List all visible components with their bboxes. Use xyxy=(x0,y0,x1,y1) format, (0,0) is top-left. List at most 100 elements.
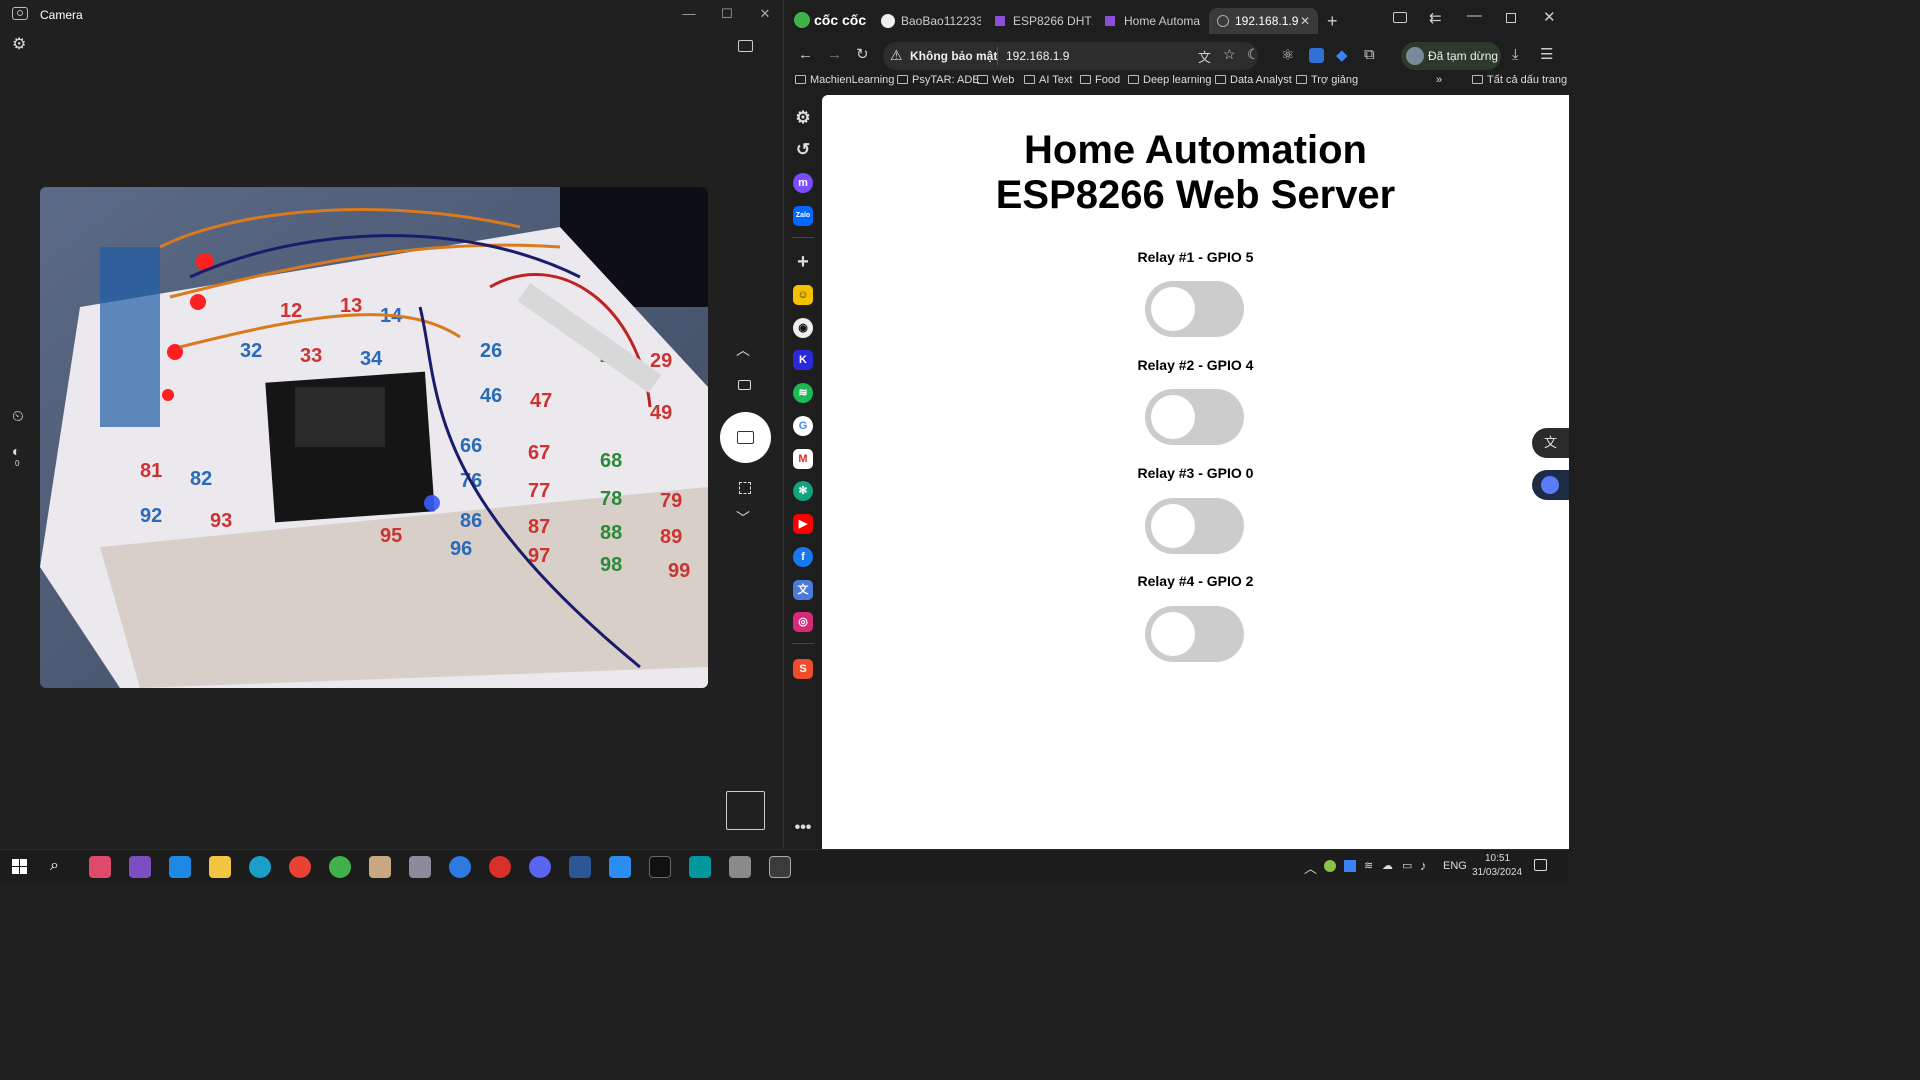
screen-capture-icon[interactable] xyxy=(1393,12,1407,23)
relay-4-toggle[interactable] xyxy=(1145,606,1244,662)
taskbar-app-icon[interactable] xyxy=(89,856,111,878)
browser-close-button[interactable]: ✕ xyxy=(1543,8,1556,26)
translate-icon[interactable]: 文 xyxy=(1198,47,1211,66)
relay-1-toggle[interactable] xyxy=(1145,281,1244,337)
clock-time[interactable]: 10:51 xyxy=(1485,853,1510,864)
close-tab-icon[interactable]: ✕ xyxy=(1300,8,1310,34)
k-app-icon[interactable]: K xyxy=(793,350,813,370)
more-bookmarks-icon[interactable]: » xyxy=(1436,74,1442,86)
relay-2-toggle[interactable] xyxy=(1145,389,1244,445)
google-icon[interactable]: G xyxy=(793,416,813,436)
qr-scan-icon[interactable] xyxy=(739,482,751,494)
sidebar-settings-icon[interactable]: ⚙ xyxy=(793,108,813,128)
file-explorer-icon[interactable] xyxy=(209,856,231,878)
zalo-icon[interactable]: Zalo xyxy=(793,206,813,226)
tab-active-ip[interactable]: 192.168.1.9 ✕ xyxy=(1209,8,1318,34)
more-options-icon[interactable]: ••• xyxy=(793,818,813,838)
address-bar[interactable]: ⚠ Không bảo mật 192.168.1.9 文 ☆ ☾ xyxy=(883,42,1260,70)
battery-icon[interactable]: ▭ xyxy=(1402,859,1412,872)
taskbar-app-icon[interactable] xyxy=(609,856,631,878)
messenger-icon[interactable]: m xyxy=(793,173,813,193)
taskbar-app-icon[interactable] xyxy=(409,856,431,878)
close-button[interactable]: ✕ xyxy=(746,4,784,24)
vscode-icon[interactable] xyxy=(169,856,191,878)
relay-3-toggle[interactable] xyxy=(1145,498,1244,554)
chat-app-icon[interactable]: ☺ xyxy=(793,285,813,305)
exposure-icon[interactable]: ◐ xyxy=(12,443,20,459)
star-icon[interactable]: ☆ xyxy=(1223,46,1236,63)
facebook-icon[interactable]: f xyxy=(793,547,813,567)
translate-extension-icon[interactable] xyxy=(1309,48,1324,63)
sidebar-github-icon[interactable]: ◉ xyxy=(793,318,813,338)
taskbar-app-icon[interactable] xyxy=(489,856,511,878)
youtube-icon[interactable]: ▶ xyxy=(793,514,813,534)
clock-date[interactable]: 31/03/2024 xyxy=(1472,867,1522,878)
gmail-icon[interactable]: M xyxy=(793,449,813,469)
tab-github[interactable]: BaoBao112233/ xyxy=(901,8,981,34)
terminal-icon[interactable] xyxy=(649,856,671,878)
floating-translate-button[interactable]: 文 xyxy=(1532,428,1569,458)
bookmark-psytar[interactable]: PsyTAR: ADE xyxy=(897,74,980,86)
settings-gear-icon[interactable]: ⚙ xyxy=(12,34,26,54)
taskbar-app-icon[interactable] xyxy=(729,856,751,878)
bookmark-ai-text[interactable]: AI Text xyxy=(1024,74,1072,86)
bookmark-tro-giang[interactable]: Trợ giảng xyxy=(1296,74,1358,86)
tray-chevron-up-icon[interactable]: ︿ xyxy=(1304,858,1317,877)
chatgpt-icon[interactable]: ✻ xyxy=(793,481,813,501)
security-label[interactable]: Không bảo mật xyxy=(910,49,997,63)
chrome-icon[interactable] xyxy=(289,856,311,878)
add-sidebar-app-icon[interactable]: + xyxy=(793,252,813,272)
back-arrow-icon[interactable]: ← xyxy=(798,46,813,63)
video-mode-icon[interactable] xyxy=(738,380,751,390)
coccoc-taskbar-icon[interactable] xyxy=(329,856,351,878)
tray-app-icon[interactable] xyxy=(1344,860,1356,872)
volume-icon[interactable]: ♪ xyxy=(1420,858,1427,873)
tab-home-automation[interactable]: Home Automati xyxy=(1124,8,1200,34)
language-indicator[interactable]: ENG xyxy=(1443,860,1467,872)
tab-search-icon[interactable]: ⇇ xyxy=(1429,9,1442,27)
taskbar-app-icon[interactable] xyxy=(369,856,391,878)
extensions-puzzle-icon[interactable]: ⧉ xyxy=(1364,46,1375,63)
download-icon[interactable]: ⤓ xyxy=(1512,46,1519,63)
browser-minimize-button[interactable]: — xyxy=(1467,7,1482,24)
arduino-icon[interactable] xyxy=(689,856,711,878)
bookmark-deep-learning[interactable]: Deep learning xyxy=(1128,74,1212,86)
maximize-button[interactable]: ☐ xyxy=(708,4,746,24)
sidebar-history-icon[interactable]: ↺ xyxy=(793,140,813,160)
all-bookmarks[interactable]: Tất cả dấu trang xyxy=(1472,74,1567,86)
visual-studio-icon[interactable] xyxy=(129,856,151,878)
discord-icon[interactable] xyxy=(529,856,551,878)
new-tab-button[interactable]: + xyxy=(1327,11,1338,32)
timer-icon[interactable]: ⏲ xyxy=(12,408,24,425)
bookmark-food[interactable]: Food xyxy=(1080,74,1120,86)
translate-app-icon[interactable]: 文 xyxy=(793,580,813,600)
forward-arrow-icon[interactable]: → xyxy=(827,46,842,63)
menu-icon[interactable]: ☰ xyxy=(1540,45,1553,63)
floating-assistant-button[interactable] xyxy=(1532,470,1569,500)
bookmark-machienlearning[interactable]: MachienLearning xyxy=(795,74,894,86)
windows-start-icon[interactable] xyxy=(12,859,27,874)
taskbar-app-icon[interactable] xyxy=(449,856,471,878)
browser-maximize-button[interactable] xyxy=(1506,13,1516,23)
minimize-button[interactable]: — xyxy=(670,4,708,24)
onedrive-icon[interactable]: ☁ xyxy=(1382,859,1393,872)
camera-taskbar-icon[interactable] xyxy=(769,856,791,878)
profile-button[interactable]: Đã tạm dừng xyxy=(1401,42,1501,70)
last-capture-thumbnail[interactable] xyxy=(726,791,765,830)
dark-mode-icon[interactable]: ☾ xyxy=(1247,46,1260,63)
shopee-icon[interactable]: S xyxy=(793,659,813,679)
take-photo-button[interactable] xyxy=(720,412,771,463)
bookmark-data-analyst[interactable]: Data Analyst xyxy=(1215,74,1292,86)
word-icon[interactable] xyxy=(569,856,591,878)
chevron-up-icon[interactable]: ︿ xyxy=(736,340,750,360)
url-text[interactable]: 192.168.1.9 xyxy=(1006,49,1069,63)
edge-icon[interactable] xyxy=(249,856,271,878)
shield-extension-icon[interactable]: ◆ xyxy=(1336,46,1348,64)
reload-icon[interactable]: ↻ xyxy=(856,45,869,63)
bookmark-web[interactable]: Web xyxy=(977,74,1014,86)
tray-app-icon[interactable] xyxy=(1324,860,1336,872)
search-icon[interactable]: ⌕ xyxy=(50,857,59,875)
chevron-down-icon[interactable]: ﹀ xyxy=(736,508,750,528)
instagram-icon[interactable]: ◎ xyxy=(793,612,813,632)
switch-camera-icon[interactable] xyxy=(738,40,753,52)
